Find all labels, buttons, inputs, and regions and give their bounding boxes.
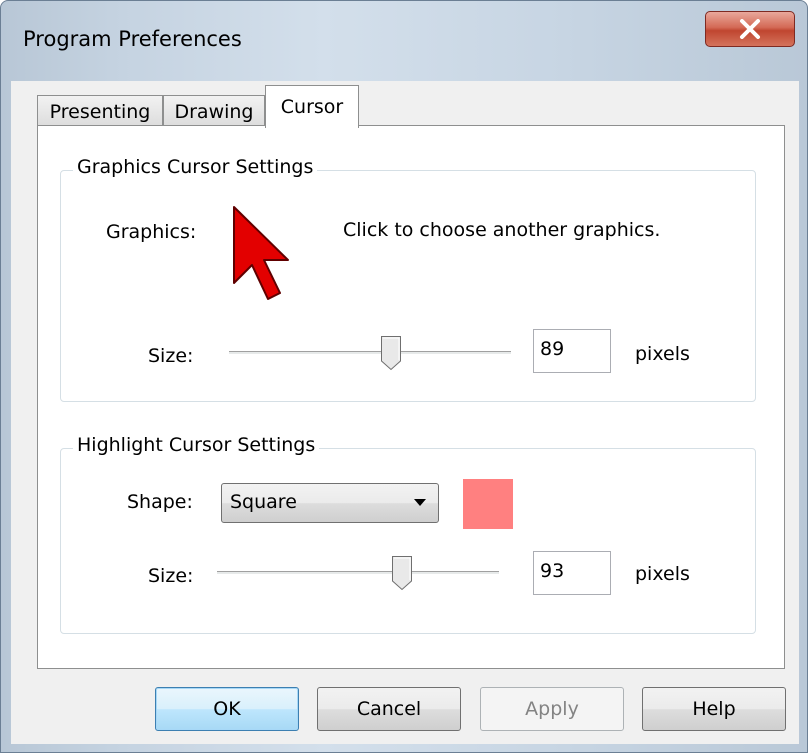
graphics-size-input[interactable]: 89 xyxy=(533,329,611,373)
highlight-size-label: Size: xyxy=(148,565,194,587)
red-arrow-cursor-icon[interactable] xyxy=(231,205,295,305)
highlight-size-slider-thumb[interactable] xyxy=(391,555,413,591)
shape-dropdown-value: Square xyxy=(230,491,297,513)
tab-cursor[interactable]: Cursor xyxy=(265,85,359,128)
help-button[interactable]: Help xyxy=(642,687,786,731)
graphics-cursor-settings-title: Graphics Cursor Settings xyxy=(73,156,318,178)
graphics-size-unit: pixels xyxy=(635,343,690,365)
highlight-color-swatch[interactable] xyxy=(463,479,513,529)
graphics-cursor-settings-group: Graphics Cursor Settings Graphics: Click… xyxy=(60,156,756,402)
close-button[interactable] xyxy=(705,11,795,47)
tab-presenting[interactable]: Presenting xyxy=(37,95,163,127)
ok-button[interactable]: OK xyxy=(155,687,299,731)
shape-label: Shape: xyxy=(127,491,193,513)
cursor-tab-panel: Graphics Cursor Settings Graphics: Click… xyxy=(37,125,785,669)
dialog-client-area: Presenting Drawing Cursor Graphics Curso… xyxy=(11,81,799,744)
tab-drawing[interactable]: Drawing xyxy=(163,95,265,127)
highlight-size-slider[interactable] xyxy=(217,553,499,593)
graphics-size-slider-thumb[interactable] xyxy=(380,335,402,371)
highlight-size-unit: pixels xyxy=(635,563,690,585)
graphics-size-slider[interactable] xyxy=(229,333,511,373)
program-preferences-window: Program Preferences Presenting Drawing C… xyxy=(0,0,808,753)
graphics-size-label: Size: xyxy=(148,345,194,367)
highlight-cursor-settings-title: Highlight Cursor Settings xyxy=(73,434,320,456)
graphics-size-slider-track xyxy=(229,351,511,355)
choose-graphics-hint[interactable]: Click to choose another graphics. xyxy=(343,219,660,241)
title-bar[interactable]: Program Preferences xyxy=(1,1,807,81)
graphics-label: Graphics: xyxy=(106,221,197,243)
highlight-size-input[interactable]: 93 xyxy=(533,551,611,595)
close-icon xyxy=(740,19,760,39)
chevron-down-icon xyxy=(414,499,426,506)
apply-button[interactable]: Apply xyxy=(480,687,624,731)
highlight-cursor-settings-group: Highlight Cursor Settings Shape: Square … xyxy=(60,434,756,634)
window-title: Program Preferences xyxy=(23,27,242,51)
highlight-size-slider-track xyxy=(217,571,499,575)
shape-dropdown[interactable]: Square xyxy=(221,483,439,523)
cancel-button[interactable]: Cancel xyxy=(317,687,461,731)
